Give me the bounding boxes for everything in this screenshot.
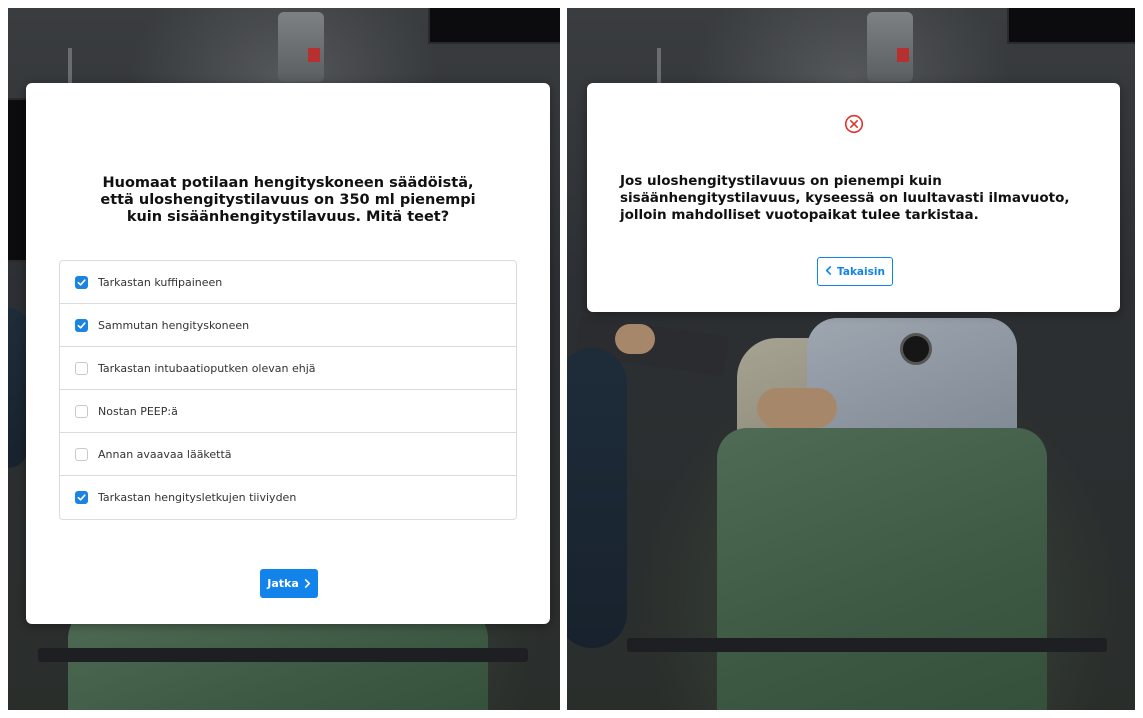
continue-button-label: Jatka [267,577,299,590]
chevron-right-icon [304,578,311,590]
error-circle-x-icon [844,114,864,134]
answer-option[interactable]: Sammutan hengityskoneen [60,304,516,347]
green-sheet [717,428,1047,710]
feedback-modal: Jos uloshengitystilavuus on pienempi kui… [587,83,1120,312]
answer-option[interactable]: Nostan PEEP:ä [60,390,516,433]
checkbox[interactable] [75,275,88,289]
option-label: Tarkastan intubaatioputken olevan ehjä [98,361,316,375]
checkbox[interactable] [75,447,88,461]
question-modal: Huomaat potilaan hengityskoneen säädöist… [26,83,550,624]
checkbox[interactable] [75,404,88,418]
answer-option[interactable]: Tarkastan hengitysletkujen tiiviyden [60,476,516,519]
checkbox[interactable] [75,318,88,332]
option-label: Tarkastan hengitysletkujen tiiviyden [98,491,297,504]
right-screen: Jos uloshengitystilavuus on pienempi kui… [567,8,1135,710]
patient-hand [757,388,837,428]
iv-bag [867,12,913,82]
red-tag [897,48,909,62]
checkbox[interactable] [75,361,88,375]
left-screen: Huomaat potilaan hengityskoneen säädöist… [8,8,560,710]
monitor [1007,8,1135,44]
back-button[interactable]: Takaisin [817,257,893,286]
option-label: Nostan PEEP:ä [98,404,178,418]
continue-button[interactable]: Jatka [260,569,318,598]
bed-rail [627,638,1107,652]
iv-bag [278,12,324,82]
chevron-left-icon [825,265,832,278]
question-text: Huomaat potilaan hengityskoneen säädöist… [100,175,476,225]
option-label: Tarkastan kuffipaineen [98,275,223,289]
person [8,308,28,468]
iv-pole [68,48,72,88]
check-icon [77,278,86,286]
checkbox[interactable] [75,491,88,504]
answer-option[interactable]: Tarkastan kuffipaineen [60,261,516,304]
manikin-badge [900,333,932,365]
option-label: Annan avaavaa lääkettä [98,447,232,461]
check-icon [77,321,86,329]
answer-option[interactable]: Tarkastan intubaatioputken olevan ehjä [60,347,516,390]
feedback-text: Jos uloshengitystilavuus on pienempi kui… [620,173,1070,223]
answer-option[interactable]: Annan avaavaa lääkettä [60,433,516,476]
option-label: Sammutan hengityskoneen [98,318,250,332]
monitor [428,8,560,44]
bed-rail [38,648,528,662]
answer-options-list: Tarkastan kuffipaineen Sammutan hengitys… [59,260,517,520]
red-tag [308,48,320,62]
person [567,348,627,648]
iv-pole [657,48,661,88]
check-icon [77,494,86,501]
hand [615,324,655,354]
back-button-label: Takaisin [837,265,885,278]
